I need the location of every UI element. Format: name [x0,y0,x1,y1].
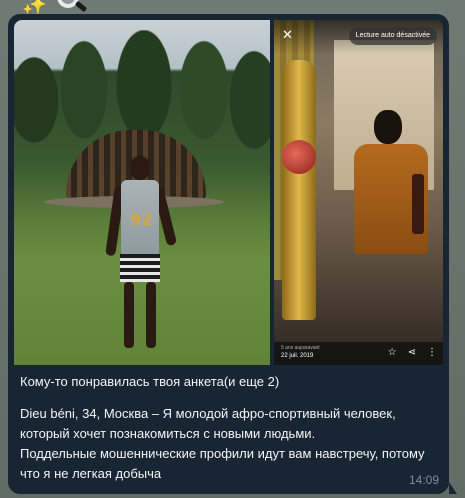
phone-screenshot [274,20,443,365]
person-leg-right [146,282,156,348]
person-leg-left [124,282,134,348]
message-time: 14:09 [408,473,439,487]
phone-top-bar: ✕ Lecture auto désactivée [274,20,443,54]
photo-time-ago: 5 ans auparavant [281,345,320,351]
trophy [282,60,316,320]
person-figure [105,156,178,356]
profile-photo-left[interactable] [14,20,270,365]
message-text: Кому-то понравилась твоя анкета(и еще 2)… [20,372,440,484]
person-head [130,156,150,180]
photo-date: 22 juil. 2019 [281,353,314,359]
profile-photo-right[interactable]: ✕ Lecture auto désactivée 5 ans auparava… [274,20,443,365]
like-notification: Кому-то понравилась твоя анкета(и еще 2) [20,374,280,389]
phone-action-icons: ☆ ⋖ ⋮ [388,346,437,360]
warning-text: Поддельные мошеннические профили идут ва… [20,446,425,481]
magnifier-handle [74,0,88,13]
star-icon: ☆ [387,347,397,358]
more-icon: ⋮ [427,347,437,358]
man-head [374,110,402,144]
close-icon: ✕ [282,28,293,43]
bubble-tail [449,482,457,494]
message-bubble: ✕ Lecture auto désactivée 5 ans auparava… [8,14,449,494]
person-shorts [120,254,160,282]
man-figure [346,110,436,330]
phone-bottom-bar: 5 ans auparavant 22 juil. 2019 ☆ ⋖ ⋮ [274,342,443,365]
photo-gallery: ✕ Lecture auto désactivée 5 ans auparava… [14,20,443,365]
autoplay-badge: Lecture auto désactivée [348,27,437,45]
bottle [412,174,424,234]
profile-description: Dieu béni, 34, Москва – Я молодой афро-с… [20,406,396,441]
person-shirt [121,180,159,254]
share-icon: ⋖ [407,347,416,358]
